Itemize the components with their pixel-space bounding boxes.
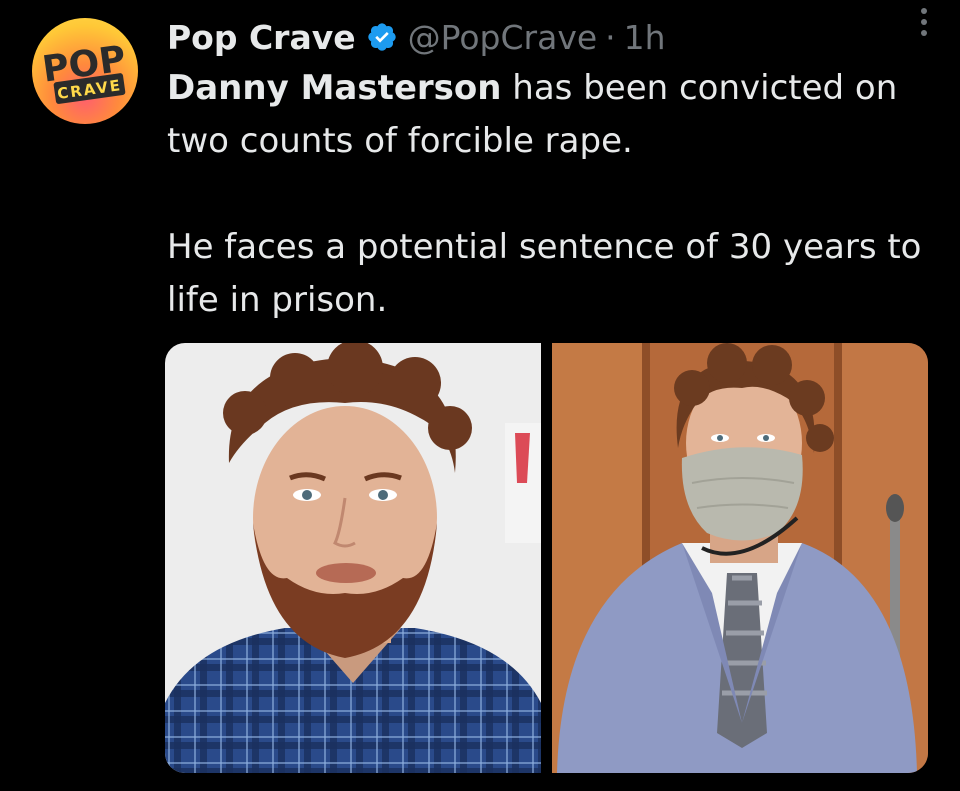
verified-badge-icon bbox=[366, 21, 398, 53]
photo-portrait-beard[interactable] bbox=[165, 343, 541, 773]
tweet-text-paragraph-1: Danny Masterson has been convicted on tw… bbox=[167, 62, 942, 168]
author-avatar[interactable]: POP CRAVE bbox=[32, 18, 138, 124]
tweet-text: Danny Masterson has been convicted on tw… bbox=[167, 62, 942, 327]
author-display-name[interactable]: Pop Crave bbox=[167, 18, 356, 57]
tweet-media-grid bbox=[165, 343, 928, 773]
more-options-icon[interactable] bbox=[918, 8, 930, 42]
separator-dot: · bbox=[605, 17, 616, 57]
tweet[interactable]: POP CRAVE Pop Crave @PopCrave · 1h Danny… bbox=[0, 0, 960, 791]
author-handle[interactable]: @PopCrave bbox=[408, 18, 598, 57]
pop-crave-logo-icon: POP CRAVE bbox=[40, 38, 128, 104]
tweet-timestamp[interactable]: 1h bbox=[624, 18, 666, 57]
photo-courtroom-mask[interactable] bbox=[552, 343, 928, 773]
tweet-header: Pop Crave @PopCrave · 1h bbox=[167, 14, 940, 60]
tweet-text-bold-name: Danny Masterson bbox=[167, 68, 502, 108]
tweet-text-paragraph-2: He faces a potential sentence of 30 year… bbox=[167, 227, 922, 320]
